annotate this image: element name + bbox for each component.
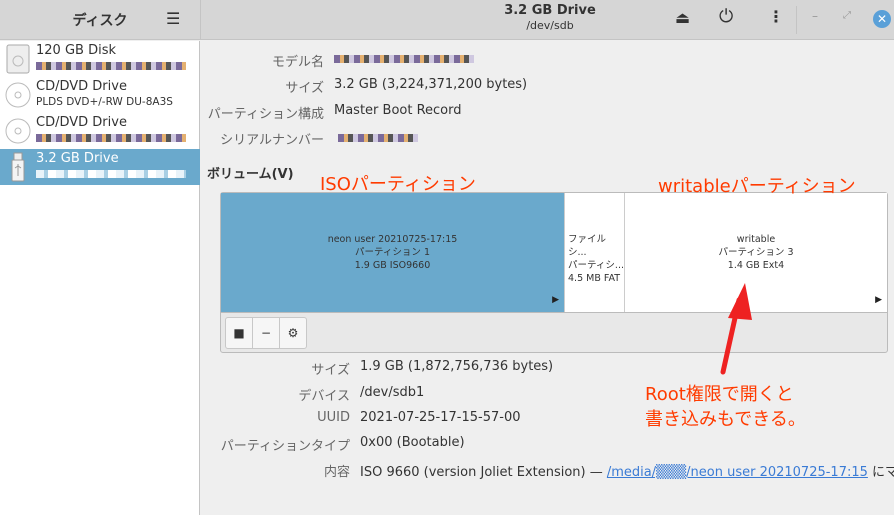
annotation-arrow-icon <box>720 283 752 375</box>
